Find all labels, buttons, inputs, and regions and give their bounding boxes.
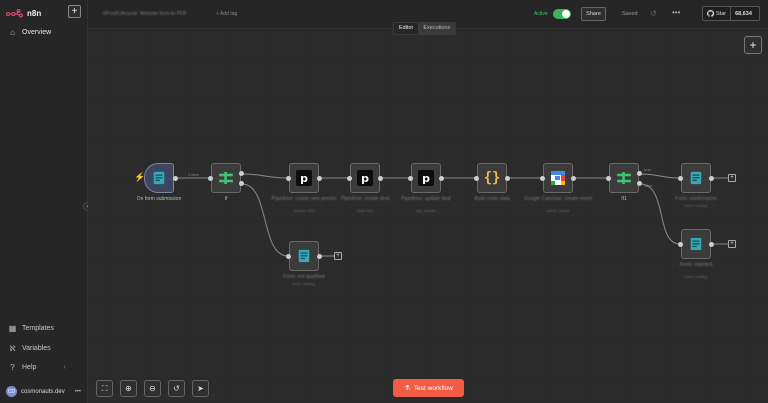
node-subtitle: form: ending [292, 281, 316, 286]
add-next-node-button[interactable]: + [728, 240, 736, 248]
input-handle[interactable] [540, 176, 545, 181]
output-handle[interactable] [378, 176, 383, 181]
input-handle[interactable] [474, 176, 479, 181]
output-handle-false[interactable] [637, 181, 642, 186]
pipedrive-icon: p [296, 170, 312, 186]
form-icon [153, 171, 165, 185]
node-label: On form submission [136, 196, 182, 202]
app-window: n8n + ⌂ Overview ▦ Templates ℵ Variables… [0, 0, 768, 403]
node-form-trigger[interactable] [144, 163, 174, 193]
node-subtitle: deal: info [356, 208, 374, 213]
code-braces-icon: {} [483, 170, 501, 186]
node-if[interactable] [211, 163, 241, 193]
connection [241, 183, 289, 257]
edge-label-true: true [644, 167, 651, 172]
node-google-calendar[interactable] [543, 163, 573, 193]
fullscreen-icon: ⛶ [101, 383, 108, 393]
if-icon [617, 172, 631, 184]
output-handle[interactable] [173, 176, 178, 181]
zoom-in-icon: ⊕ [125, 384, 132, 393]
connection [639, 173, 681, 179]
input-handle[interactable] [408, 176, 413, 181]
node-pipedrive-3[interactable]: p [411, 163, 441, 193]
output-handle[interactable] [439, 176, 444, 181]
add-next-node-button[interactable]: + [334, 252, 342, 260]
form-icon [690, 171, 702, 185]
node-label: If [224, 196, 228, 202]
node-form-confirmation[interactable] [681, 163, 711, 193]
input-handle[interactable] [347, 176, 352, 181]
test-workflow-button[interactable]: ⚗ Test workflow [393, 379, 464, 397]
test-workflow-label: Test workflow [413, 384, 453, 392]
google-calendar-icon [551, 171, 565, 185]
node-if-1[interactable] [609, 163, 639, 193]
pipedrive-icon: p [418, 170, 434, 186]
form-icon [690, 237, 702, 251]
output-handle-false[interactable] [239, 181, 244, 186]
node-pipedrive-2[interactable]: p [350, 163, 380, 193]
node-form-rejected[interactable] [681, 229, 711, 259]
add-next-node-button[interactable]: + [728, 174, 736, 182]
input-handle[interactable] [286, 254, 291, 259]
node-subtitle: org: update [415, 208, 437, 213]
output-handle[interactable] [571, 176, 576, 181]
output-handle[interactable] [709, 176, 714, 181]
edge-label-false: false [644, 183, 653, 188]
node-label: Pipedrive: update deal [401, 196, 451, 202]
form-icon [298, 249, 310, 263]
node-subtitle: form: ending [684, 274, 708, 279]
node-label: Pipedrive: create deal [340, 196, 390, 202]
output-handle-true[interactable] [637, 171, 642, 176]
node-label: Form: rejected [679, 262, 713, 268]
input-handle[interactable] [678, 242, 683, 247]
node-code[interactable]: {} [477, 163, 507, 193]
output-handle-true[interactable] [239, 171, 244, 176]
input-handle[interactable] [678, 176, 683, 181]
if-icon [219, 172, 233, 184]
node-subtitle: form: ending [684, 203, 708, 208]
output-handle[interactable] [317, 176, 322, 181]
node-label: If1 [621, 196, 627, 202]
zoom-out-icon: ⊖ [149, 384, 156, 393]
node-label: Pipedrive: create new person [271, 196, 337, 202]
input-handle[interactable] [208, 176, 213, 181]
output-handle[interactable] [505, 176, 510, 181]
node-form-not-qualified[interactable] [289, 241, 319, 271]
node-label: Build invite data [474, 196, 510, 202]
output-handle[interactable] [317, 254, 322, 259]
input-handle[interactable] [606, 176, 611, 181]
node-label: Form: confirmation [675, 196, 717, 202]
reset-zoom-button[interactable]: ↺ [168, 380, 185, 397]
fit-view-button[interactable]: ⛶ [96, 380, 113, 397]
cursor-icon: ➤ [197, 384, 204, 393]
connection [241, 173, 289, 179]
zoom-out-button[interactable]: ⊖ [144, 380, 161, 397]
flask-icon: ⚗ [404, 385, 410, 392]
output-handle[interactable] [709, 242, 714, 247]
node-pipedrive-1[interactable]: p [289, 163, 319, 193]
input-handle[interactable] [286, 176, 291, 181]
node-label: Google Calendar: create event [523, 196, 593, 202]
node-subtitle: event: create [546, 208, 570, 213]
undo-icon: ↺ [173, 384, 180, 393]
select-tool-button[interactable]: ➤ [192, 380, 209, 397]
pipedrive-icon: p [357, 170, 373, 186]
node-subtitle: person: info [293, 208, 315, 213]
node-label: Form: not qualified [283, 274, 325, 280]
edge-label: 1 item [188, 172, 199, 177]
connection [639, 183, 681, 245]
zoom-in-button[interactable]: ⊕ [120, 380, 137, 397]
